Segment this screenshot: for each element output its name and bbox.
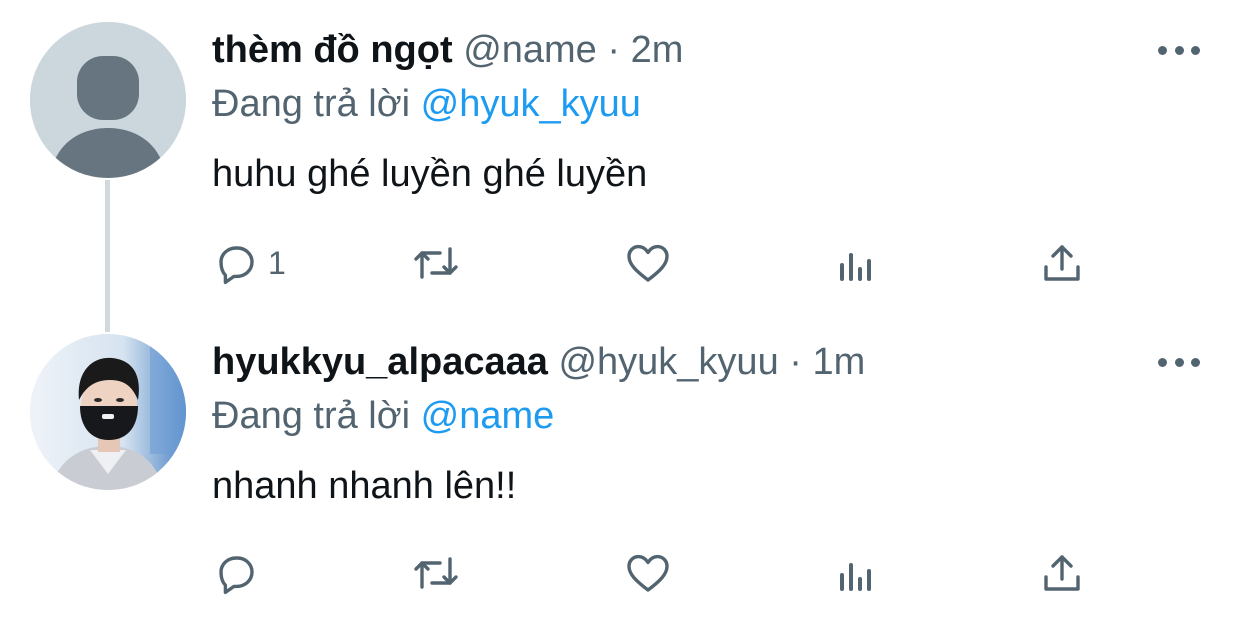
share-button[interactable] <box>1038 548 1086 598</box>
retweet-icon <box>414 557 458 589</box>
reply-icon <box>219 556 254 595</box>
replying-label: Đang trả lời <box>212 395 411 437</box>
tweet-actions: 1 <box>212 238 1202 288</box>
analytics-button[interactable] <box>832 238 880 288</box>
more-icon[interactable] <box>1158 40 1200 60</box>
share-button[interactable] <box>1038 238 1086 288</box>
author-name[interactable]: hyukkyu_alpacaaa <box>212 341 548 383</box>
heart-icon <box>627 244 669 282</box>
reply-button[interactable]: 1 <box>212 238 286 288</box>
analytics-icon <box>840 563 871 591</box>
reply-button[interactable] <box>212 548 268 598</box>
avatar[interactable] <box>30 334 186 490</box>
author-handle[interactable]: @hyuk_kyuu <box>558 341 778 383</box>
replying-to: Đang trả lời @name <box>212 394 554 438</box>
tweet-header: hyukkyu_alpacaaa @hyuk_kyuu · 1m <box>212 340 865 384</box>
replying-label: Đang trả lời <box>212 83 411 125</box>
separator-dot: · <box>607 29 621 71</box>
tweet-actions <box>212 548 1202 598</box>
replying-to-mention[interactable]: @name <box>421 395 555 437</box>
replying-to-mention[interactable]: @hyuk_kyuu <box>421 83 641 125</box>
profile-photo-icon <box>30 334 186 490</box>
reply-count: 1 <box>268 244 286 281</box>
tweet[interactable]: hyukkyu_alpacaaa @hyuk_kyuu · 1m Đang tr… <box>0 310 1242 618</box>
retweet-button[interactable] <box>412 238 460 288</box>
replying-to: Đang trả lời @hyuk_kyuu <box>212 82 641 126</box>
share-icon <box>1044 245 1080 281</box>
retweet-button[interactable] <box>412 548 460 598</box>
timestamp[interactable]: 2m <box>631 29 684 71</box>
author-name[interactable]: thèm đồ ngọt <box>212 29 453 71</box>
separator-dot: · <box>789 341 802 383</box>
author-handle[interactable]: @name <box>463 29 597 71</box>
more-icon[interactable] <box>1158 352 1200 372</box>
retweet-icon <box>414 247 458 279</box>
tweet-header: thèm đồ ngọt @name · 2m <box>212 28 683 72</box>
like-button[interactable] <box>624 548 672 598</box>
timestamp[interactable]: 1m <box>812 341 865 383</box>
tweet-text: huhu ghé luyền ghé luyền <box>212 153 648 195</box>
analytics-button[interactable] <box>832 548 880 598</box>
default-avatar-icon <box>30 22 186 178</box>
reply-icon <box>219 246 254 285</box>
tweet-text: nhanh nhanh lên!! <box>212 465 517 507</box>
like-button[interactable] <box>624 238 672 288</box>
analytics-icon <box>840 253 871 281</box>
avatar[interactable] <box>30 22 186 178</box>
tweet[interactable]: thèm đồ ngọt @name · 2m Đang trả lời @hy… <box>0 0 1242 332</box>
heart-icon <box>627 554 669 592</box>
share-icon <box>1044 555 1080 591</box>
